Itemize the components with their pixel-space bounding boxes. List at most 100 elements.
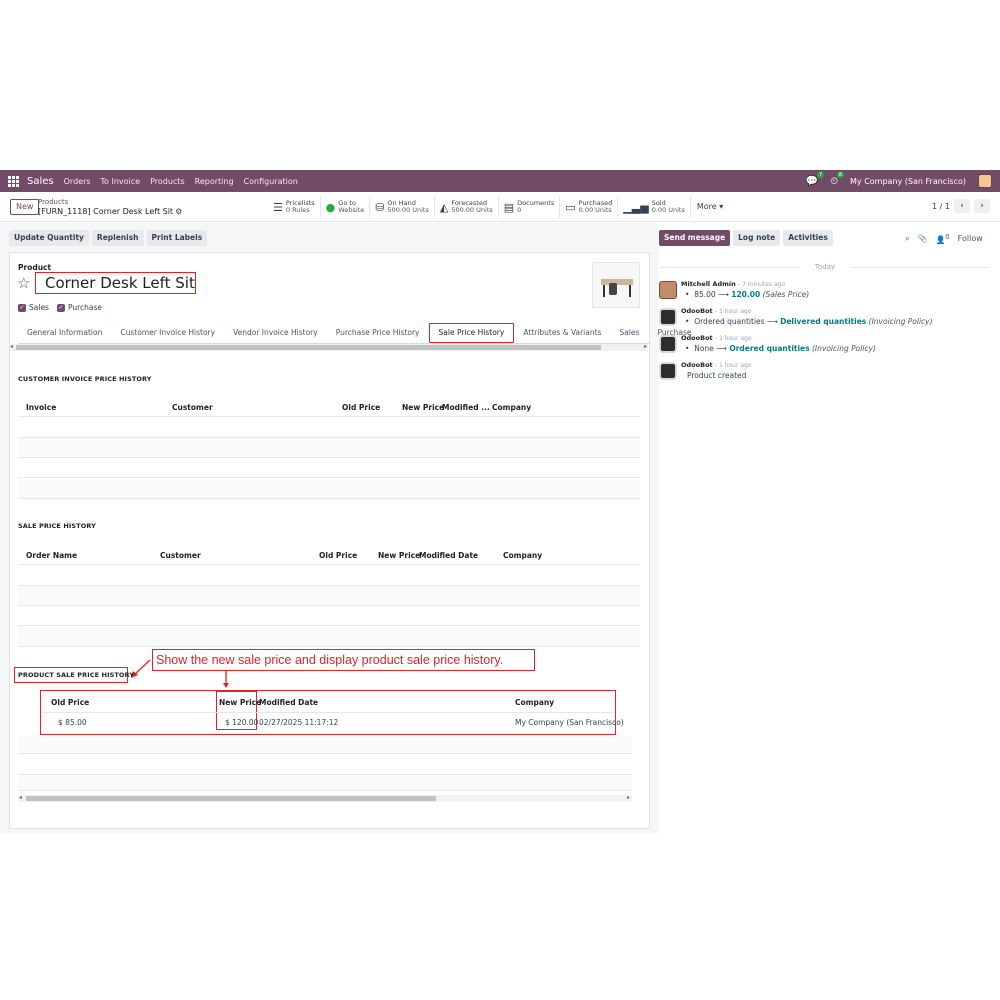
annotation-callout: Show the new sale price and display prod… <box>152 649 535 671</box>
message-time: - 7 minutes ago <box>738 281 786 288</box>
row-modified-date: 02/27/2025 11:17:12 <box>259 718 339 727</box>
col-new-price[interactable]: New Price <box>402 403 444 412</box>
avatar[interactable] <box>659 362 677 380</box>
list-icon: ☰ <box>273 200 283 214</box>
empty-row <box>18 566 640 586</box>
menu-products[interactable]: Products <box>150 177 185 186</box>
sale-price-history-table: Order Name Customer Old Price New Price … <box>18 545 640 649</box>
col-invoice[interactable]: Invoice <box>26 403 56 412</box>
message-author[interactable]: OdooBot <box>681 334 713 342</box>
empty-row <box>18 736 632 754</box>
purchased-button[interactable]: ▭ Purchased 0.00 Units <box>560 196 619 218</box>
col-customer[interactable]: Customer <box>172 403 213 412</box>
col-new-price[interactable]: New Price <box>378 551 420 560</box>
purchase-label: Purchase <box>67 303 103 312</box>
scroll-left-icon[interactable]: ◂ <box>19 794 22 801</box>
col-order-name[interactable]: Order Name <box>26 551 77 560</box>
tab-sales[interactable]: Sales <box>610 323 648 343</box>
forecasted-button[interactable]: ◭ Forecasted 500.00 Units <box>435 196 499 218</box>
company-switcher[interactable]: My Company (San Francisco) <box>850 177 966 186</box>
search-icon[interactable]: ⌕ <box>905 234 909 244</box>
pager-value[interactable]: 1 / 1 <box>932 202 950 211</box>
activity-clock-icon[interactable]: ⏲ 8 <box>830 171 845 187</box>
print-labels-button[interactable]: Print Labels <box>146 230 208 246</box>
new-button[interactable]: New <box>10 199 40 215</box>
followers-icon[interactable]: 👤0 <box>935 233 949 245</box>
sold-button[interactable]: ▁▃▅ Sold 0.00 Units <box>618 196 691 218</box>
col-old-price[interactable]: Old Price <box>319 551 357 560</box>
old-value: None <box>694 344 714 353</box>
tab-vendor-invoice-history[interactable]: Vendor Invoice History <box>224 323 327 343</box>
message-author[interactable]: OdooBot <box>681 361 713 369</box>
pager-next-icon[interactable]: › <box>974 199 990 213</box>
follow-button[interactable]: Follow <box>958 234 983 243</box>
more-button[interactable]: More ▾ <box>691 196 729 218</box>
empty-row <box>18 755 632 775</box>
menu-to-invoice[interactable]: To Invoice <box>101 177 141 186</box>
replenish-button[interactable]: Replenish <box>91 230 144 246</box>
control-panel: New Products [FURN_1118] Corner Desk Lef… <box>0 192 1000 222</box>
tab-purchase-price-history[interactable]: Purchase Price History <box>327 323 429 343</box>
breadcrumb-current: [FURN_1118] Corner Desk Left Sit <box>38 207 174 216</box>
col-customer[interactable]: Customer <box>160 551 201 560</box>
update-quantity-button[interactable]: Update Quantity <box>9 230 89 246</box>
can-be-sold-checkbox[interactable]: ✓ Sales <box>18 303 49 312</box>
table-scrollbar[interactable]: ◂ ▸ <box>18 794 632 802</box>
product-name[interactable]: Corner Desk Left Sit <box>45 274 195 292</box>
message-author[interactable]: Mitchell Admin <box>681 280 736 288</box>
tab-customer-invoice-history[interactable]: Customer Invoice History <box>111 323 224 343</box>
user-avatar[interactable] <box>978 174 992 188</box>
scrollbar-thumb[interactable] <box>16 345 601 350</box>
col-modified[interactable]: Modified ... <box>442 403 490 412</box>
forecasted-value: 500.00 Units <box>451 206 493 214</box>
apps-menu-icon[interactable] <box>8 175 19 187</box>
paperclip-icon[interactable]: 📎 <box>917 234 927 243</box>
on-hand-value: 500.00 Units <box>387 206 429 214</box>
table-row[interactable] <box>42 712 614 713</box>
col-old-price[interactable]: Old Price <box>51 698 89 707</box>
avatar[interactable] <box>659 281 677 299</box>
area-chart-icon: ◭ <box>439 200 449 214</box>
message-body: Product created <box>687 371 747 380</box>
col-old-price[interactable]: Old Price <box>342 403 380 412</box>
col-company[interactable]: Company <box>503 551 542 560</box>
on-hand-button[interactable]: ⛁ On Hand 500.00 Units <box>370 196 435 218</box>
send-message-button[interactable]: Send message <box>659 230 731 246</box>
empty-row <box>18 458 640 478</box>
app-name[interactable]: Sales <box>27 176 54 187</box>
menu-orders[interactable]: Orders <box>64 177 91 186</box>
pager-prev-icon[interactable]: ‹ <box>954 199 970 213</box>
gear-icon[interactable]: ⚙ <box>175 207 182 216</box>
col-company[interactable]: Company <box>515 698 554 707</box>
log-note-button[interactable]: Log note <box>733 230 781 246</box>
col-modified-date[interactable]: Modified Date <box>259 698 318 707</box>
can-be-purchased-checkbox[interactable]: ✓ Purchase <box>56 303 103 312</box>
col-new-price[interactable]: New Price <box>219 698 261 707</box>
avatar[interactable] <box>659 308 677 326</box>
favorite-star-icon[interactable]: ☆ <box>17 274 30 292</box>
menu-configuration[interactable]: Configuration <box>244 177 298 186</box>
scrollbar-thumb[interactable] <box>26 796 436 801</box>
avatar[interactable] <box>659 335 677 353</box>
chat-icon[interactable]: 💬 7 <box>806 171 825 187</box>
go-to-website-button[interactable]: ● Go to Website <box>321 196 371 218</box>
col-company[interactable]: Company <box>492 403 531 412</box>
scroll-left-icon[interactable]: ◂ <box>10 343 13 350</box>
check-icon: ✓ <box>56 303 65 312</box>
activities-button[interactable]: Activities <box>783 230 833 246</box>
tab-attributes-variants[interactable]: Attributes & Variants <box>514 323 610 343</box>
chatter-topbar: Send message Log note Activities <box>659 230 833 246</box>
tab-general-information[interactable]: General Information <box>18 323 111 343</box>
scroll-right-icon[interactable]: ▸ <box>644 343 647 350</box>
documents-button[interactable]: ▤ Documents 0 <box>499 196 561 218</box>
product-image[interactable] <box>592 262 640 308</box>
scroll-right-icon[interactable]: ▸ <box>627 794 630 801</box>
tab-sale-price-history[interactable]: Sale Price History <box>428 323 515 343</box>
new-value: 120.00 <box>731 290 761 299</box>
menu-reporting[interactable]: Reporting <box>195 177 234 186</box>
message-author[interactable]: OdooBot <box>681 307 713 315</box>
breadcrumb-products[interactable]: Products <box>38 198 182 207</box>
tabs-scrollbar[interactable]: ◂ ▸ <box>10 343 648 351</box>
pricelists-button[interactable]: ☰ Pricelists 0 Rules <box>268 196 321 218</box>
col-modified-date[interactable]: Modified Date <box>419 551 478 560</box>
